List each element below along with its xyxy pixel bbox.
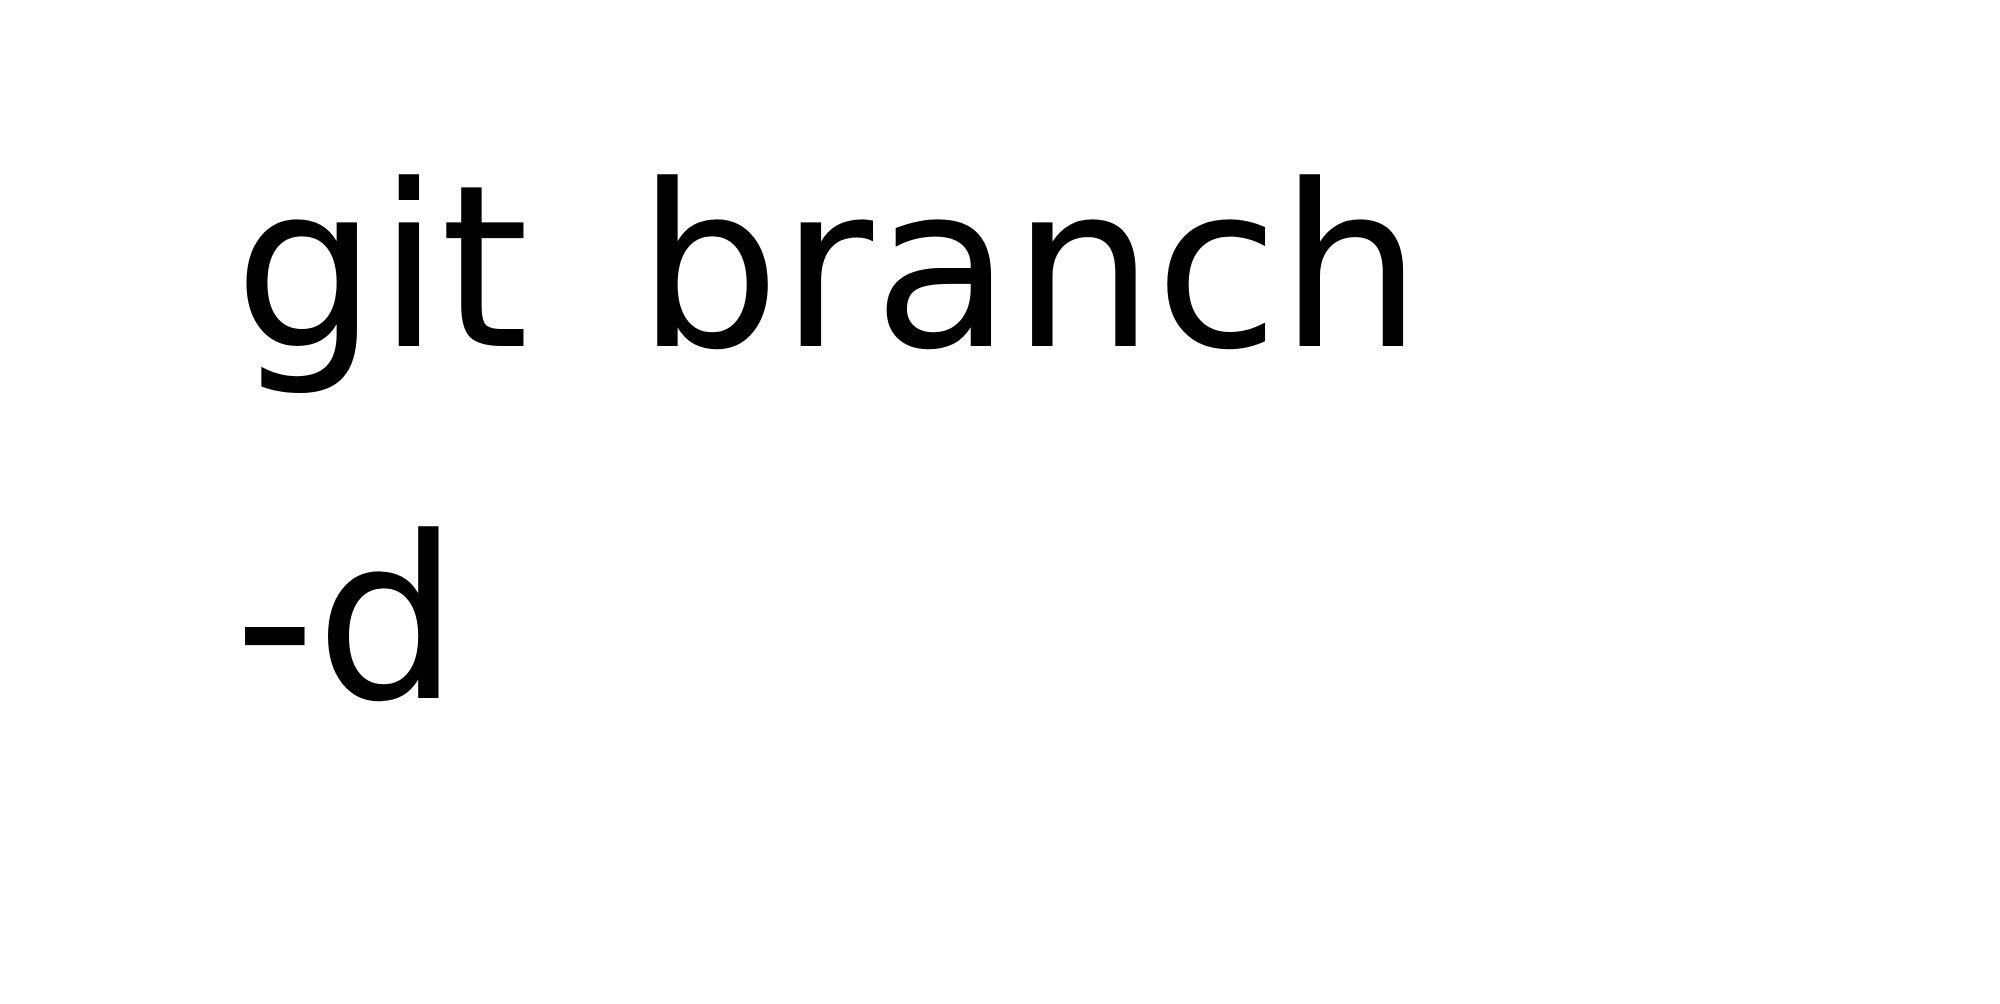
slide-canvas: git branch -d: [0, 0, 2000, 1004]
command-text-line-1: git branch: [234, 137, 1423, 400]
command-text-line-2: -d: [234, 489, 460, 752]
